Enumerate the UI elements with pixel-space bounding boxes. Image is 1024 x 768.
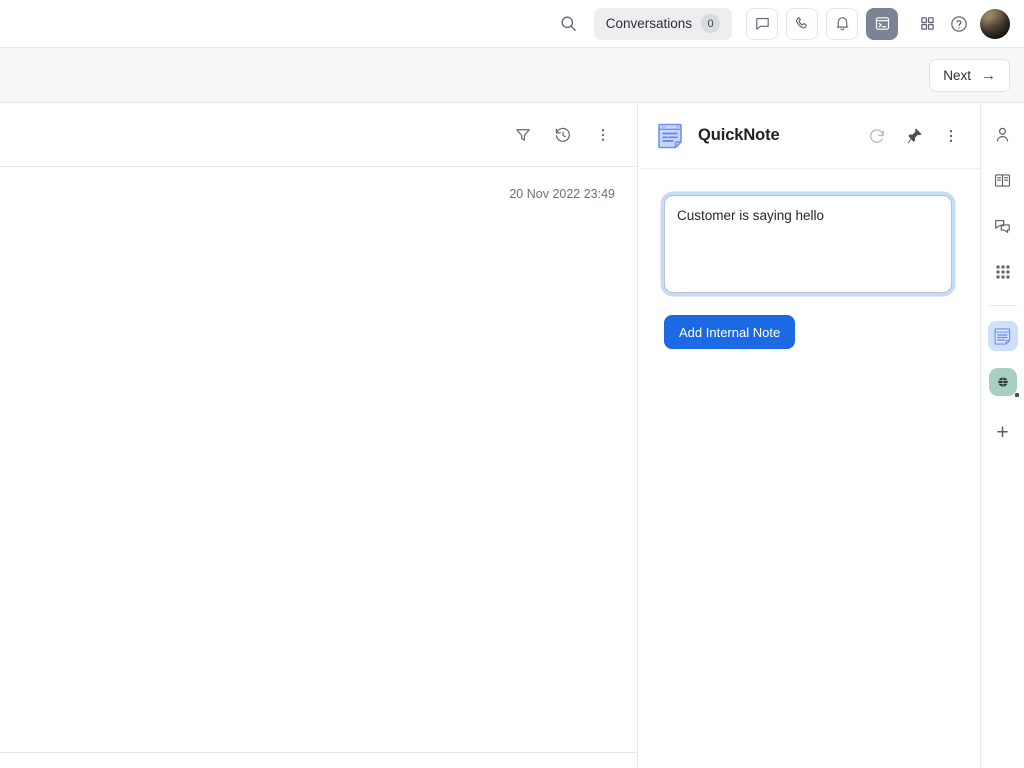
add-internal-note-button[interactable]: Add Internal Note bbox=[664, 315, 795, 349]
rail-item-contact[interactable] bbox=[988, 119, 1018, 149]
next-button-label: Next bbox=[943, 68, 971, 83]
top-header: Conversations 0 bbox=[0, 0, 1024, 48]
sub-header: Next → bbox=[0, 48, 1024, 103]
conversation-panel: 20 Nov 2022 23:49 bbox=[0, 103, 638, 768]
filter-icon[interactable] bbox=[511, 123, 535, 147]
arrow-right-icon: → bbox=[981, 68, 996, 83]
refresh-icon[interactable] bbox=[866, 125, 888, 147]
conversations-count-badge: 0 bbox=[701, 14, 720, 33]
chat-bubble-icon[interactable] bbox=[746, 8, 778, 40]
quicknote-panel: QuickNote bbox=[639, 103, 980, 768]
rail-item-apps[interactable] bbox=[988, 257, 1018, 287]
quicknote-body: Add Internal Note bbox=[639, 169, 980, 349]
plus-icon: + bbox=[996, 422, 1008, 443]
user-avatar[interactable] bbox=[980, 9, 1010, 39]
terminal-icon[interactable] bbox=[866, 8, 898, 40]
rail-item-add[interactable]: + bbox=[988, 417, 1018, 447]
rail-item-green-app[interactable] bbox=[988, 367, 1018, 397]
more-vertical-icon[interactable] bbox=[940, 125, 962, 147]
conversations-pill[interactable]: Conversations 0 bbox=[594, 8, 732, 40]
history-icon[interactable] bbox=[551, 123, 575, 147]
conversation-body: 20 Nov 2022 23:49 bbox=[0, 167, 637, 201]
note-document-icon bbox=[656, 120, 686, 152]
search-icon[interactable] bbox=[554, 9, 584, 39]
conversations-label: Conversations bbox=[606, 16, 692, 31]
quicknote-actions bbox=[866, 125, 962, 147]
pin-icon[interactable] bbox=[903, 125, 925, 147]
rail-item-knowledge[interactable] bbox=[988, 165, 1018, 195]
next-button[interactable]: Next → bbox=[929, 59, 1010, 92]
rail-item-conversations[interactable] bbox=[988, 211, 1018, 241]
help-circle-icon[interactable] bbox=[944, 9, 974, 39]
app-root: Conversations 0 bbox=[0, 0, 1024, 768]
green-app-icon bbox=[989, 368, 1017, 396]
quicknote-title: QuickNote bbox=[698, 126, 780, 145]
right-icon-rail: + bbox=[980, 103, 1024, 768]
rail-item-quicknote[interactable] bbox=[988, 321, 1018, 351]
conversation-toolbar bbox=[0, 103, 637, 167]
rail-divider bbox=[989, 305, 1017, 306]
phone-icon[interactable] bbox=[786, 8, 818, 40]
internal-note-input[interactable] bbox=[664, 195, 952, 293]
composer-divider bbox=[0, 752, 638, 753]
more-vertical-icon[interactable] bbox=[591, 123, 615, 147]
message-timestamp: 20 Nov 2022 23:49 bbox=[0, 187, 615, 201]
apps-grid-icon[interactable] bbox=[912, 9, 942, 39]
bell-icon[interactable] bbox=[826, 8, 858, 40]
quicknote-header: QuickNote bbox=[639, 103, 980, 169]
